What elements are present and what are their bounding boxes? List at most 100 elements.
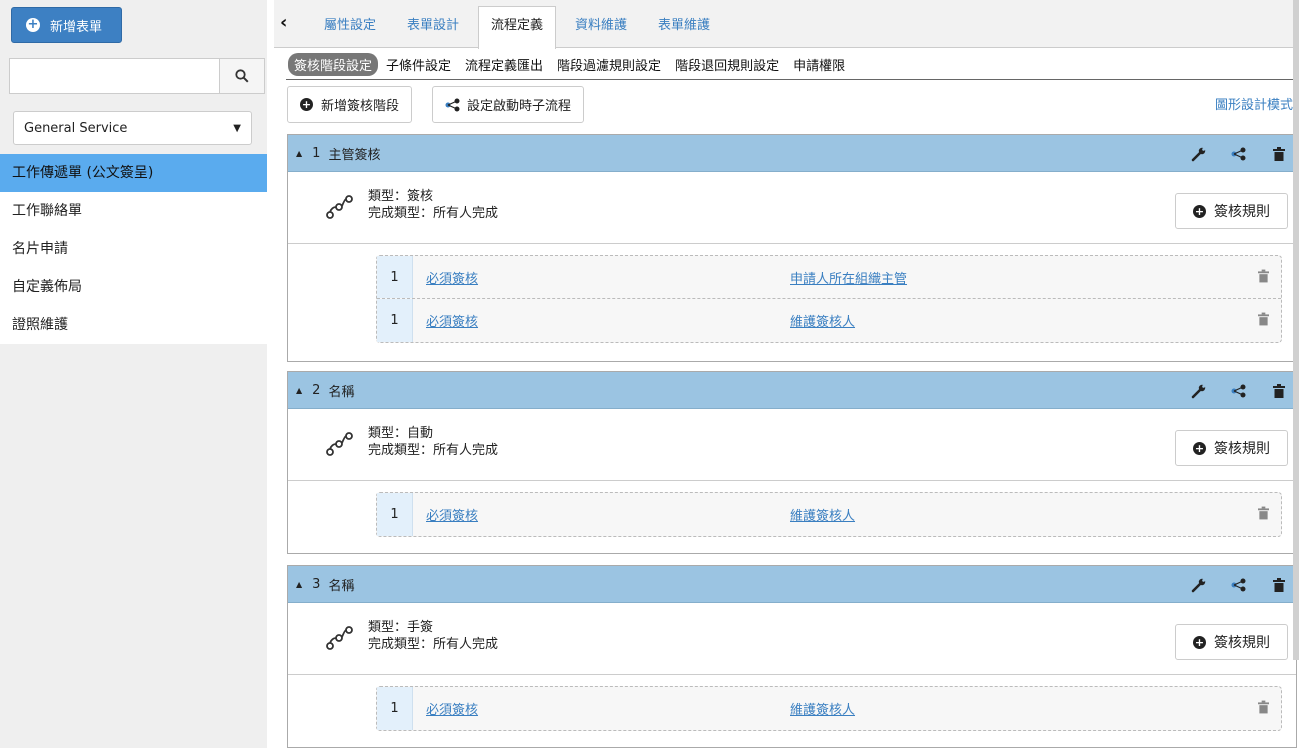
approval-rule-label: 簽核規則 <box>1214 635 1270 651</box>
add-stage-button[interactable]: + 新增簽核階段 <box>287 86 413 123</box>
service-select-value: General Service <box>24 120 128 136</box>
tab-form-maintenance[interactable]: 表單維護 <box>658 14 710 33</box>
stage-header[interactable]: ▲ 1 主管簽核 <box>288 135 1296 172</box>
collapse-triangle-icon[interactable]: ▲ <box>296 149 302 158</box>
trash-icon[interactable] <box>1258 506 1269 524</box>
trash-icon[interactable] <box>1258 700 1269 718</box>
chevron-down-icon: ▼ <box>233 122 241 134</box>
row-index: 1 <box>377 299 413 342</box>
stage-block: ▲ 2 名稱 類型：自動 完成類型：所有人完成 + 簽核規則 1 必須簽核 維護… <box>287 371 1297 554</box>
row-index: 1 <box>377 256 413 298</box>
back-arrow-icon[interactable]: ‹ <box>280 12 287 33</box>
stage-info: 類型：簽核 完成類型：所有人完成 + 簽核規則 <box>288 172 1296 244</box>
vertical-scrollbar[interactable] <box>1293 0 1299 660</box>
share-icon[interactable] <box>1230 145 1248 163</box>
trash-icon[interactable] <box>1270 145 1288 163</box>
tab-data-maintenance[interactable]: 資料維護 <box>575 14 627 33</box>
stage-number: 3 <box>312 576 321 592</box>
sub-tab-bar: 簽核階段設定 子條件設定 流程定義匯出 階段過濾規則設定 階段退回規則設定 申請… <box>288 52 859 76</box>
stage-completion-type: 完成類型：所有人完成 <box>368 206 499 221</box>
search-input[interactable] <box>10 59 220 93</box>
approver-list: 1 必須簽核 維護簽核人 <box>376 686 1282 731</box>
stage-name: 名稱 <box>328 384 355 400</box>
subtab-apply-permission[interactable]: 申請權限 <box>793 55 845 74</box>
plus-circle-icon: + <box>300 98 313 111</box>
new-form-button[interactable]: + 新增表單 <box>11 7 122 43</box>
tab-form-design[interactable]: 表單設計 <box>407 14 459 33</box>
approver-row: 1 必須簽核 維護簽核人 <box>377 493 1281 536</box>
stage-info: 類型：自動 完成類型：所有人完成 + 簽核規則 <box>288 409 1296 481</box>
sidebar-item-business-card[interactable]: 名片申請 <box>0 230 267 268</box>
approver-link[interactable]: 申請人所在組織主管 <box>790 268 907 287</box>
plus-circle-icon: + <box>26 17 40 32</box>
row-index: 1 <box>377 493 413 536</box>
set-subflow-label: 設定啟動時子流程 <box>467 99 572 114</box>
approval-rule-button[interactable]: + 簽核規則 <box>1175 624 1288 660</box>
top-tab-bar: ‹ 屬性設定 表單設計 流程定義 資料維護 表單維護 <box>274 0 1299 49</box>
approval-mode-link[interactable]: 必須簽核 <box>426 699 478 718</box>
stage-header[interactable]: ▲ 3 名稱 <box>288 566 1296 603</box>
set-subflow-button[interactable]: 設定啟動時子流程 <box>432 86 585 123</box>
wrench-icon[interactable] <box>1190 382 1208 400</box>
approver-link[interactable]: 維護簽核人 <box>790 311 855 330</box>
subtab-sub-condition[interactable]: 子條件設定 <box>386 55 451 74</box>
approval-mode-link[interactable]: 必須簽核 <box>426 311 478 330</box>
sidebar-item-work-contact[interactable]: 工作聯絡單 <box>0 192 267 230</box>
tab-properties[interactable]: 屬性設定 <box>324 14 376 33</box>
wrench-icon[interactable] <box>1190 576 1208 594</box>
new-form-label: 新增表單 <box>50 19 103 35</box>
collapse-triangle-icon[interactable]: ▲ <box>296 386 302 395</box>
row-index: 1 <box>377 687 413 730</box>
sidebar-item-license[interactable]: 證照維護 <box>0 306 267 344</box>
trash-icon[interactable] <box>1270 382 1288 400</box>
wrench-icon[interactable] <box>1190 145 1208 163</box>
approver-link[interactable]: 維護簽核人 <box>790 699 855 718</box>
share-icon <box>445 98 460 111</box>
flow-nodes-icon <box>326 626 353 650</box>
approval-rule-label: 簽核規則 <box>1214 204 1270 220</box>
share-icon[interactable] <box>1230 576 1248 594</box>
stage-header[interactable]: ▲ 2 名稱 <box>288 372 1296 409</box>
approval-mode-link[interactable]: 必須簽核 <box>426 505 478 524</box>
sidebar-item-work-transfer[interactable]: 工作傳遞單 (公文簽呈) <box>0 154 267 192</box>
stage-block: ▲ 3 名稱 類型：手簽 完成類型：所有人完成 + 簽核規則 1 必須簽核 維護… <box>287 565 1297 748</box>
approver-row: 1 必須簽核 維護簽核人 <box>377 299 1281 342</box>
graphic-mode-link[interactable]: 圖形設計模式 <box>1215 94 1293 113</box>
collapse-triangle-icon[interactable]: ▲ <box>296 580 302 589</box>
stage-type: 類型：手簽 <box>368 620 434 635</box>
subtab-return-rules[interactable]: 階段退回規則設定 <box>675 55 779 74</box>
flow-nodes-icon <box>326 432 353 456</box>
approver-row: 1 必須簽核 維護簽核人 <box>377 687 1281 730</box>
stage-completion-type: 完成類型：所有人完成 <box>368 443 499 458</box>
stage-name: 主管簽核 <box>328 147 381 163</box>
approver-list: 1 必須簽核 申請人所在組織主管 1 必須簽核 維護簽核人 <box>376 255 1282 343</box>
search-button[interactable] <box>220 59 264 93</box>
subtab-filter-rules[interactable]: 階段過濾規則設定 <box>557 55 661 74</box>
trash-icon[interactable] <box>1258 312 1269 330</box>
trash-icon[interactable] <box>1270 576 1288 594</box>
subtab-flow-export[interactable]: 流程定義匯出 <box>465 55 543 74</box>
form-list: 工作傳遞單 (公文簽呈) 工作聯絡單 名片申請 自定義佈局 證照維護 <box>0 154 267 344</box>
approval-rule-label: 簽核規則 <box>1214 441 1270 457</box>
sidebar-item-custom-layout[interactable]: 自定義佈局 <box>0 268 267 306</box>
approver-link[interactable]: 維護簽核人 <box>790 505 855 524</box>
trash-icon[interactable] <box>1258 269 1269 287</box>
stage-completion-type: 完成類型：所有人完成 <box>368 637 499 652</box>
plus-circle-icon: + <box>1193 204 1206 218</box>
plus-circle-icon: + <box>1193 441 1206 455</box>
search-icon <box>235 69 249 83</box>
divider <box>286 79 1299 80</box>
service-select[interactable]: General Service ▼ <box>13 111 252 145</box>
stage-block: ▲ 1 主管簽核 類型：簽核 完成類型：所有人完成 + 簽核規則 1 必須簽核 … <box>287 134 1297 362</box>
share-icon[interactable] <box>1230 382 1248 400</box>
search-box <box>9 58 265 94</box>
stage-number: 2 <box>312 382 321 398</box>
stage-type: 類型：簽核 <box>368 189 434 204</box>
approval-mode-link[interactable]: 必須簽核 <box>426 268 478 287</box>
stage-name: 名稱 <box>328 578 355 594</box>
approval-rule-button[interactable]: + 簽核規則 <box>1175 430 1288 466</box>
subtab-stage-settings[interactable]: 簽核階段設定 <box>288 52 379 76</box>
approval-rule-button[interactable]: + 簽核規則 <box>1175 193 1288 229</box>
stage-info: 類型：手簽 完成類型：所有人完成 + 簽核規則 <box>288 603 1296 675</box>
tab-flow-definition[interactable]: 流程定義 <box>478 6 557 49</box>
